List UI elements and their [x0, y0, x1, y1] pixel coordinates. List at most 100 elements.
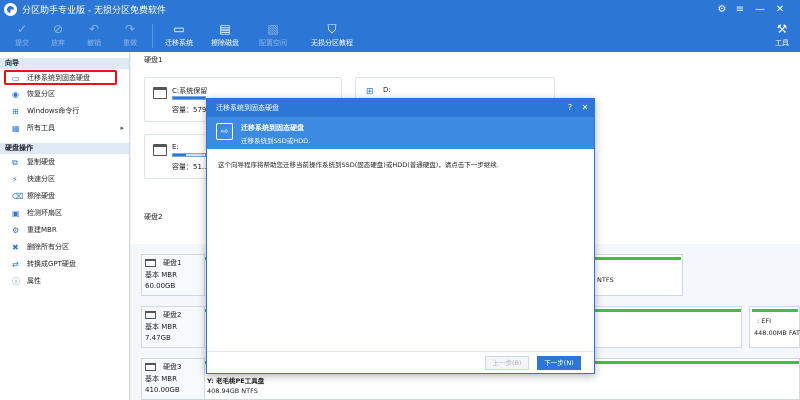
partition-name: D: [383, 86, 391, 94]
partition-name: C:系统保留 [172, 87, 208, 95]
undo-button[interactable]: ↶ 撤销 [80, 19, 108, 52]
disk-size: 7.47GB [145, 334, 171, 342]
toolbar-divider [152, 24, 153, 48]
disk-name: 硬盘3 [163, 363, 182, 371]
disk-size: 410.00GB [145, 386, 180, 394]
dialog-title-bar: 迁移系统到固态硬盘 ? ✕ [207, 99, 594, 117]
disk-type: 基本 MBR [145, 375, 177, 383]
undo-icon: ↶ [88, 22, 100, 36]
sidebar-item-restore-partition[interactable]: ◉ 恢复分区 [0, 86, 129, 103]
dialog-description: 这个向导程序将帮助您迁移当前操作系统到SSD(固态硬盘)或HDD(普通硬盘)，请… [218, 161, 499, 169]
dialog-header: ⇨ 迁移系统到固态硬盘 迁移系统到SSD或HDD. [207, 117, 594, 149]
delete-partitions-icon: ✖ [12, 243, 19, 252]
disk-row-3[interactable]: 硬盘3 基本 MBR 410.00GB [141, 358, 205, 400]
dialog-footer: 上一步(B) 下一步(N) [207, 351, 594, 373]
migrate-system-icon: ▭ [173, 22, 185, 36]
sidebar-item-properties[interactable]: ⓘ 属性 [0, 273, 129, 290]
efi-size: 448.00MB FAT [754, 329, 800, 337]
settings-window-icon[interactable]: ⚙ [714, 2, 730, 17]
sidebar-item-wipe-disk[interactable]: ⌫ 擦除硬盘 [0, 188, 129, 205]
disk3-part-name: Y: 老毛桃PE工具盘 [207, 377, 265, 385]
commit-icon: ✓ [16, 22, 28, 36]
disk-icon [145, 363, 156, 371]
migrate-system-button[interactable]: ▭ 迁移系统 [160, 19, 198, 52]
app-logo-icon [4, 3, 17, 16]
disk-name: 硬盘2 [163, 311, 182, 319]
menu-window-icon[interactable]: ≡ [732, 2, 748, 17]
partition-icon [153, 87, 167, 99]
partition-capacity: 容量：51... [172, 163, 209, 171]
discard-icon: ⊘ [52, 22, 64, 36]
convert-gpt-icon: ⇄ [12, 260, 19, 269]
help-icon[interactable]: ? [563, 101, 577, 115]
quick-partition-icon: ⚡ [12, 175, 18, 184]
dialog-header-subtitle: 迁移系统到SSD或HDD. [241, 137, 311, 145]
tools-button[interactable]: ⚒ 工具 [770, 19, 794, 52]
disk-type: 基本 MBR [145, 323, 177, 331]
commit-button[interactable]: ✓ 提交 [8, 19, 36, 52]
minimize-button[interactable]: — [752, 2, 768, 17]
disk3-part-size: 408.94GB NTFS [207, 387, 258, 395]
wipe-disk-button[interactable]: ▤ 擦除磁盘 [208, 19, 242, 52]
sidebar-item-all-tools[interactable]: ▦ 所有工具 ▸ [0, 120, 129, 137]
restore-icon: ◉ [12, 90, 19, 99]
prev-button[interactable]: 上一步(B) [485, 356, 529, 370]
rebuild-mbr-icon: ⚙ [12, 226, 20, 235]
sidebar-item-windows-cmd[interactable]: ⊞ Windows命令行 [0, 103, 129, 120]
copy-disk-icon: ⧉ [12, 158, 18, 167]
windows-icon: ⊞ [12, 107, 19, 116]
discard-button[interactable]: ⊘ 放弃 [44, 19, 72, 52]
sidebar-item-delete-partitions[interactable]: ✖ 删除所有分区 [0, 239, 129, 256]
close-icon[interactable]: ✕ [578, 101, 592, 115]
migrate-icon: ▭ [12, 74, 20, 83]
sidebar-item-migrate-ssd[interactable]: ▭ 迁移系统到固态硬盘 [4, 70, 117, 85]
wipe-disk-icon: ⌫ [12, 192, 24, 201]
usage-fill [173, 154, 186, 156]
migrate-dialog: 迁移系统到固态硬盘 ? ✕ ⇨ 迁移系统到固态硬盘 迁移系统到SSD或HDD. … [206, 98, 595, 374]
disk-type: 基本 MBR [145, 271, 177, 279]
used-bar [752, 309, 798, 312]
ntfs-label: NTFS [597, 276, 614, 284]
allocate-space-button[interactable]: ▧ 配置空间 [256, 19, 290, 52]
disk-icon [145, 259, 156, 267]
disk-ops-section-title: 硬盘操作 [0, 143, 129, 154]
window-title: 分区助手专业版 - 无损分区免费软件 [22, 6, 166, 16]
sidebar-item-rebuild-mbr[interactable]: ⚙ 重建MBR [0, 222, 129, 239]
usage-bar [172, 96, 206, 100]
partition-name: E: [172, 143, 179, 151]
title-bar: 分区助手专业版 - 无损分区免费软件 ⚙ ≡ — ✕ [0, 0, 800, 19]
sidebar-item-copy-disk[interactable]: ⧉ 复制硬盘 [0, 154, 129, 171]
sidebar: 向导 ▭ 迁移系统到固态硬盘 ◉ 恢复分区 ⊞ Windows命令行 ▦ 所有工具 ▸ 硬… [0, 52, 130, 400]
next-button[interactable]: 下一步(N) [537, 356, 581, 370]
efi-name: : EFI [757, 317, 772, 325]
redo-button[interactable]: ↷ 重做 [116, 19, 144, 52]
usage-bar [172, 153, 206, 157]
tools-icon: ▦ [12, 124, 20, 133]
wipe-disk-icon: ▤ [219, 22, 231, 36]
partition-icon [153, 144, 167, 156]
disk-icon [145, 311, 156, 319]
tutorial-button[interactable]: ⛉ 无损分区教程 [308, 19, 356, 52]
efi-partition[interactable]: : EFI 448.00MB FAT [749, 306, 800, 348]
close-window-button[interactable]: ✕ [772, 2, 788, 17]
disk-row-2[interactable]: 硬盘2 基本 MBR 7.47GB [141, 306, 205, 348]
properties-icon: ⓘ [12, 277, 20, 286]
disk-row-1[interactable]: 硬盘1 基本 MBR 60.00GB [141, 254, 205, 296]
redo-icon: ↷ [124, 22, 136, 36]
shield-icon: ⛉ [327, 22, 337, 36]
disk-name: 硬盘1 [163, 259, 182, 267]
tools-icon: ⚒ [776, 22, 788, 36]
dialog-title: 迁移系统到固态硬盘 [216, 104, 279, 112]
chevron-right-icon: ▸ [120, 124, 124, 132]
bad-sector-icon: ▣ [12, 209, 20, 218]
allocate-space-icon: ▧ [267, 22, 279, 36]
sidebar-item-convert-gpt[interactable]: ⇄ 转换成GPT硬盘 [0, 256, 129, 273]
disk2-header: 硬盘2 [144, 213, 163, 221]
disk1-header: 硬盘1 [144, 56, 163, 64]
sidebar-item-quick-partition[interactable]: ⚡ 快速分区 [0, 171, 129, 188]
usage-fill [173, 97, 205, 99]
wizard-section-title: 向导 [0, 58, 129, 69]
disk-size: 60.00GB [145, 282, 176, 290]
windows-icon: ⊞ [366, 87, 374, 97]
sidebar-item-bad-sector[interactable]: ▣ 检测坏扇区 [0, 205, 129, 222]
